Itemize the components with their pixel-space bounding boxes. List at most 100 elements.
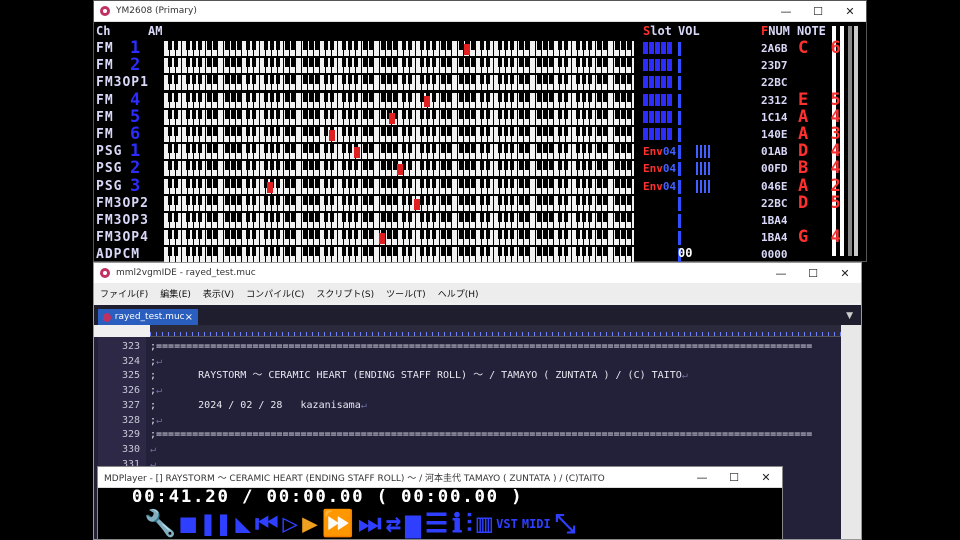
code-line[interactable]: 329 ;====================================… <box>94 427 841 442</box>
code-line[interactable]: 325 ; RAYSTORM 〜 CERAMIC HEART (ENDING ST… <box>94 368 841 383</box>
code-line[interactable]: 327 ; 2024 / 02 / 28 kazanisama↵ <box>94 398 841 413</box>
key-on-marker <box>379 233 385 244</box>
pause-button[interactable]: ❚❚ <box>200 509 231 539</box>
minimize-button[interactable]: — <box>765 263 797 283</box>
black-key <box>471 75 475 84</box>
open-button[interactable]: ▆ <box>405 509 421 539</box>
ym2608-titlebar[interactable]: YM2608 (Primary) — ☐ ✕ <box>94 1 866 22</box>
prev-button[interactable]: ⏮ <box>255 509 278 539</box>
black-key <box>441 127 445 136</box>
volume-meter <box>678 111 681 125</box>
black-key <box>621 144 625 153</box>
black-key <box>225 75 229 84</box>
menu-item[interactable]: 表示(V) <box>197 287 240 300</box>
code-line[interactable]: 323 ;====================================… <box>94 339 841 354</box>
mixer-button[interactable]: ⫶ <box>466 509 473 539</box>
slow-button[interactable]: ▷ <box>282 509 298 539</box>
black-key <box>231 179 235 188</box>
black-key <box>564 144 568 153</box>
black-key <box>549 93 553 102</box>
menu-item[interactable]: コンパイル(C) <box>240 287 310 300</box>
menu-item[interactable]: 編集(E) <box>154 287 197 300</box>
next-button[interactable]: ⏭ <box>358 509 381 539</box>
zoom-button[interactable]: ⤡ <box>555 509 576 539</box>
black-key <box>213 247 217 256</box>
maximize-button[interactable]: ☐ <box>797 263 829 283</box>
black-key <box>543 127 547 136</box>
vertical-scrollbar[interactable] <box>841 325 861 539</box>
minimize-button[interactable]: — <box>686 467 718 487</box>
close-button[interactable]: ✕ <box>829 263 861 283</box>
menu-item[interactable]: ファイル(F) <box>94 287 154 300</box>
black-key <box>387 196 391 205</box>
black-key <box>324 161 328 170</box>
maximize-button[interactable]: ☐ <box>718 467 750 487</box>
black-key <box>285 110 289 119</box>
black-key <box>186 179 190 188</box>
channel-number[interactable]: 3 <box>130 178 140 195</box>
key-on-marker <box>354 147 360 158</box>
tab-menu-icon[interactable]: ▼ <box>846 311 853 321</box>
black-key <box>381 161 385 170</box>
black-key <box>285 58 289 67</box>
black-key <box>198 75 202 84</box>
repeat-button[interactable]: ⇄ <box>386 509 402 539</box>
line-number: 325 <box>121 370 140 382</box>
black-key <box>525 161 529 170</box>
black-key <box>510 161 514 170</box>
black-key <box>519 41 523 50</box>
black-key <box>564 196 568 205</box>
channel-number[interactable]: 2 <box>130 160 140 177</box>
vst-button[interactable]: VST <box>496 509 518 539</box>
black-key <box>168 144 172 153</box>
black-key <box>363 75 367 84</box>
fade-button[interactable]: ◣ <box>235 509 251 539</box>
black-key <box>576 41 580 50</box>
minimize-button[interactable]: — <box>770 1 802 21</box>
tab-rayed-test[interactable]: rayed_test.muc × <box>98 309 198 325</box>
play-button[interactable]: ▶ <box>302 509 318 539</box>
menu-item[interactable]: スクリプト(S) <box>310 287 380 300</box>
black-key <box>363 41 367 50</box>
black-key <box>432 75 436 84</box>
channel-number[interactable]: 2 <box>130 57 140 74</box>
mdplayer-titlebar[interactable]: MDPlayer - [] RAYSTORM 〜 CERAMIC HEART (… <box>98 467 782 488</box>
black-key <box>471 58 475 67</box>
black-key <box>588 144 592 153</box>
code-line[interactable]: 330 ↵ <box>94 442 841 457</box>
black-key <box>342 161 346 170</box>
setting-button[interactable]: 🔧 <box>144 509 176 539</box>
black-key <box>192 179 196 188</box>
close-icon[interactable]: × <box>185 312 193 323</box>
black-key <box>342 127 346 136</box>
level-button[interactable]: ▥ <box>477 509 493 539</box>
code-line[interactable]: 328 ;↵ <box>94 413 841 428</box>
black-key <box>426 75 430 84</box>
black-key <box>447 41 451 50</box>
black-key <box>237 110 241 119</box>
black-key <box>387 58 391 67</box>
ide-titlebar[interactable]: mml2vgmIDE - rayed_test.muc — ☐ ✕ <box>94 263 861 284</box>
volume-meter <box>678 59 681 73</box>
black-key <box>597 110 601 119</box>
code-line[interactable]: 324 ;↵ <box>94 354 841 369</box>
black-key <box>348 213 352 222</box>
menu-item[interactable]: ヘルプ(H) <box>432 287 485 300</box>
close-button[interactable]: ✕ <box>834 1 866 21</box>
black-key <box>447 179 451 188</box>
black-key <box>381 127 385 136</box>
ff-button[interactable]: ⏩ <box>322 509 354 539</box>
playlist-button[interactable]: ☰ <box>425 509 448 539</box>
maximize-button[interactable]: ☐ <box>802 1 834 21</box>
close-button[interactable]: ✕ <box>750 467 782 487</box>
stop-button[interactable]: ■ <box>180 509 196 539</box>
black-key <box>387 75 391 84</box>
black-key <box>348 179 352 188</box>
info-button[interactable]: ℹ <box>452 509 462 539</box>
black-key <box>486 93 490 102</box>
black-key <box>465 179 469 188</box>
midi-button[interactable]: MIDI <box>522 509 551 539</box>
black-key <box>348 196 352 205</box>
menu-item[interactable]: ツール(T) <box>380 287 432 300</box>
code-line[interactable]: 326 ;↵ <box>94 383 841 398</box>
